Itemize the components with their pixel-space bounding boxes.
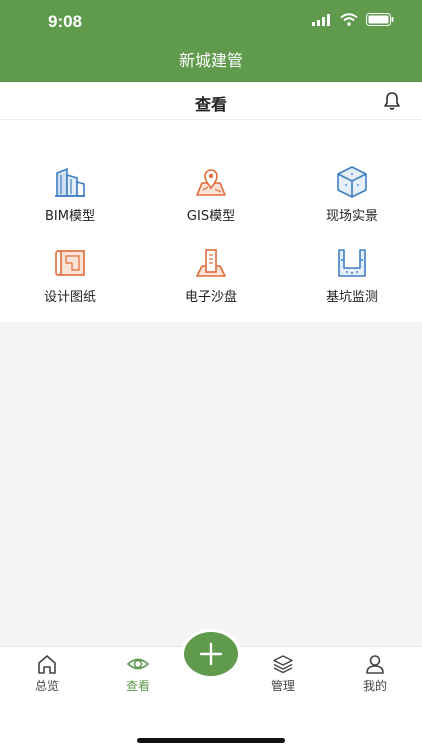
tab-view[interactable]: 查看 bbox=[103, 653, 173, 694]
grid-item-bim[interactable]: BIM模型 bbox=[0, 165, 140, 225]
grid-label: 设计图纸 bbox=[43, 290, 96, 305]
grid-item-gis[interactable]: GIS模型 bbox=[141, 165, 281, 225]
grid-item-sandbox[interactable]: 电子沙盘 bbox=[141, 246, 281, 306]
grid-item-drawings[interactable]: 设计图纸 bbox=[0, 246, 140, 306]
home-indicator-area bbox=[0, 718, 422, 750]
tab-label: 总览 bbox=[34, 679, 59, 693]
grid-label: 基坑监测 bbox=[325, 290, 378, 305]
tab-mine[interactable]: 我的 bbox=[340, 653, 410, 694]
status-icons bbox=[312, 13, 394, 26]
app-header: 新城建管 bbox=[0, 44, 422, 82]
grid-label: GIS模型 bbox=[186, 209, 236, 224]
status-bar: 9:08 bbox=[0, 0, 422, 44]
grid-label: BIM模型 bbox=[45, 209, 95, 224]
status-time: 9:08 bbox=[48, 12, 83, 31]
battery-icon bbox=[366, 13, 394, 26]
nav-bar: 查看 bbox=[0, 82, 422, 120]
grid-label: 电子沙盘 bbox=[184, 290, 237, 305]
eye-icon bbox=[127, 658, 149, 670]
sandbox-icon bbox=[196, 249, 226, 277]
bell-icon[interactable] bbox=[382, 91, 402, 111]
home-indicator[interactable] bbox=[137, 738, 285, 743]
tab-label: 我的 bbox=[362, 679, 387, 693]
app-title: 新城建管 bbox=[178, 51, 243, 70]
function-grid: BIM模型 GIS模型 现场实景 设计图纸 电子沙盘 基坑监测 bbox=[0, 120, 422, 322]
add-button[interactable] bbox=[184, 632, 238, 676]
tab-manage[interactable]: 管理 bbox=[248, 653, 318, 694]
layers-icon bbox=[273, 655, 293, 674]
user-icon bbox=[366, 655, 384, 674]
tab-label: 管理 bbox=[270, 679, 295, 693]
plus-icon bbox=[199, 642, 223, 666]
grid-item-live-view[interactable]: 现场实景 bbox=[282, 165, 422, 225]
page-title: 查看 bbox=[194, 95, 227, 114]
foundation-pit-icon bbox=[338, 249, 366, 277]
grid-item-pit-monitoring[interactable]: 基坑监测 bbox=[282, 246, 422, 306]
grid-label: 现场实景 bbox=[325, 209, 378, 224]
wifi-icon bbox=[340, 13, 358, 26]
home-icon bbox=[38, 655, 56, 674]
signal-icon bbox=[312, 13, 330, 26]
map-pin-icon bbox=[196, 169, 226, 196]
building-icon bbox=[55, 167, 85, 197]
blueprint-icon bbox=[55, 250, 85, 276]
cube-icon bbox=[337, 166, 367, 198]
tab-overview[interactable]: 总览 bbox=[12, 653, 82, 694]
tab-label: 查看 bbox=[125, 679, 150, 693]
